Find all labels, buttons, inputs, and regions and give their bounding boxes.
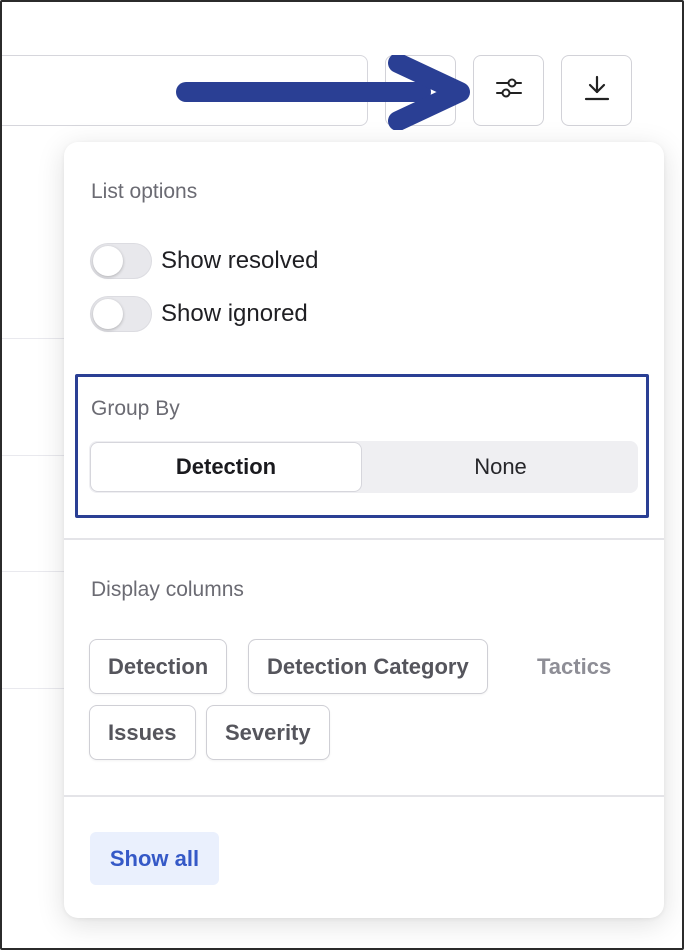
arrow-right-icon [176, 55, 470, 130]
toggle-knob [93, 299, 123, 329]
download-button[interactable] [561, 55, 632, 126]
group-by-segmented-control: Detection None [89, 441, 638, 493]
show-resolved-toggle[interactable] [90, 243, 152, 279]
show-resolved-row[interactable]: Show resolved [90, 243, 318, 279]
show-resolved-label: Show resolved [161, 247, 319, 274]
show-ignored-toggle[interactable] [90, 296, 152, 332]
column-chip-detection-category[interactable]: Detection Category [248, 639, 488, 694]
column-chip-detection[interactable]: Detection [89, 639, 228, 694]
sliders-icon [494, 73, 524, 108]
display-columns-title: Display columns [91, 578, 244, 601]
bg-row-divider [0, 571, 70, 572]
bg-row-divider [0, 455, 70, 456]
column-chip-issues[interactable]: Issues [89, 705, 196, 760]
list-options-title: List options [91, 180, 198, 203]
bg-row-divider [0, 338, 70, 339]
toggle-knob [93, 246, 123, 276]
section-divider [64, 538, 664, 540]
show-all-button[interactable]: Show all [90, 832, 219, 885]
list-options-panel: List options Show resolved Show ignored … [64, 142, 664, 918]
section-divider [64, 795, 664, 797]
group-by-title: Group By [91, 397, 180, 420]
show-ignored-label: Show ignored [161, 300, 308, 327]
list-options-button[interactable] [473, 55, 544, 126]
column-chip-severity[interactable]: Severity [206, 705, 330, 760]
column-chip-tactics[interactable]: Tactics [519, 639, 629, 694]
show-ignored-row[interactable]: Show ignored [90, 296, 308, 332]
download-icon [582, 73, 612, 108]
bg-row-divider [0, 688, 70, 689]
group-by-option-none[interactable]: None [363, 441, 638, 493]
group-by-option-detection[interactable]: Detection [90, 442, 362, 492]
